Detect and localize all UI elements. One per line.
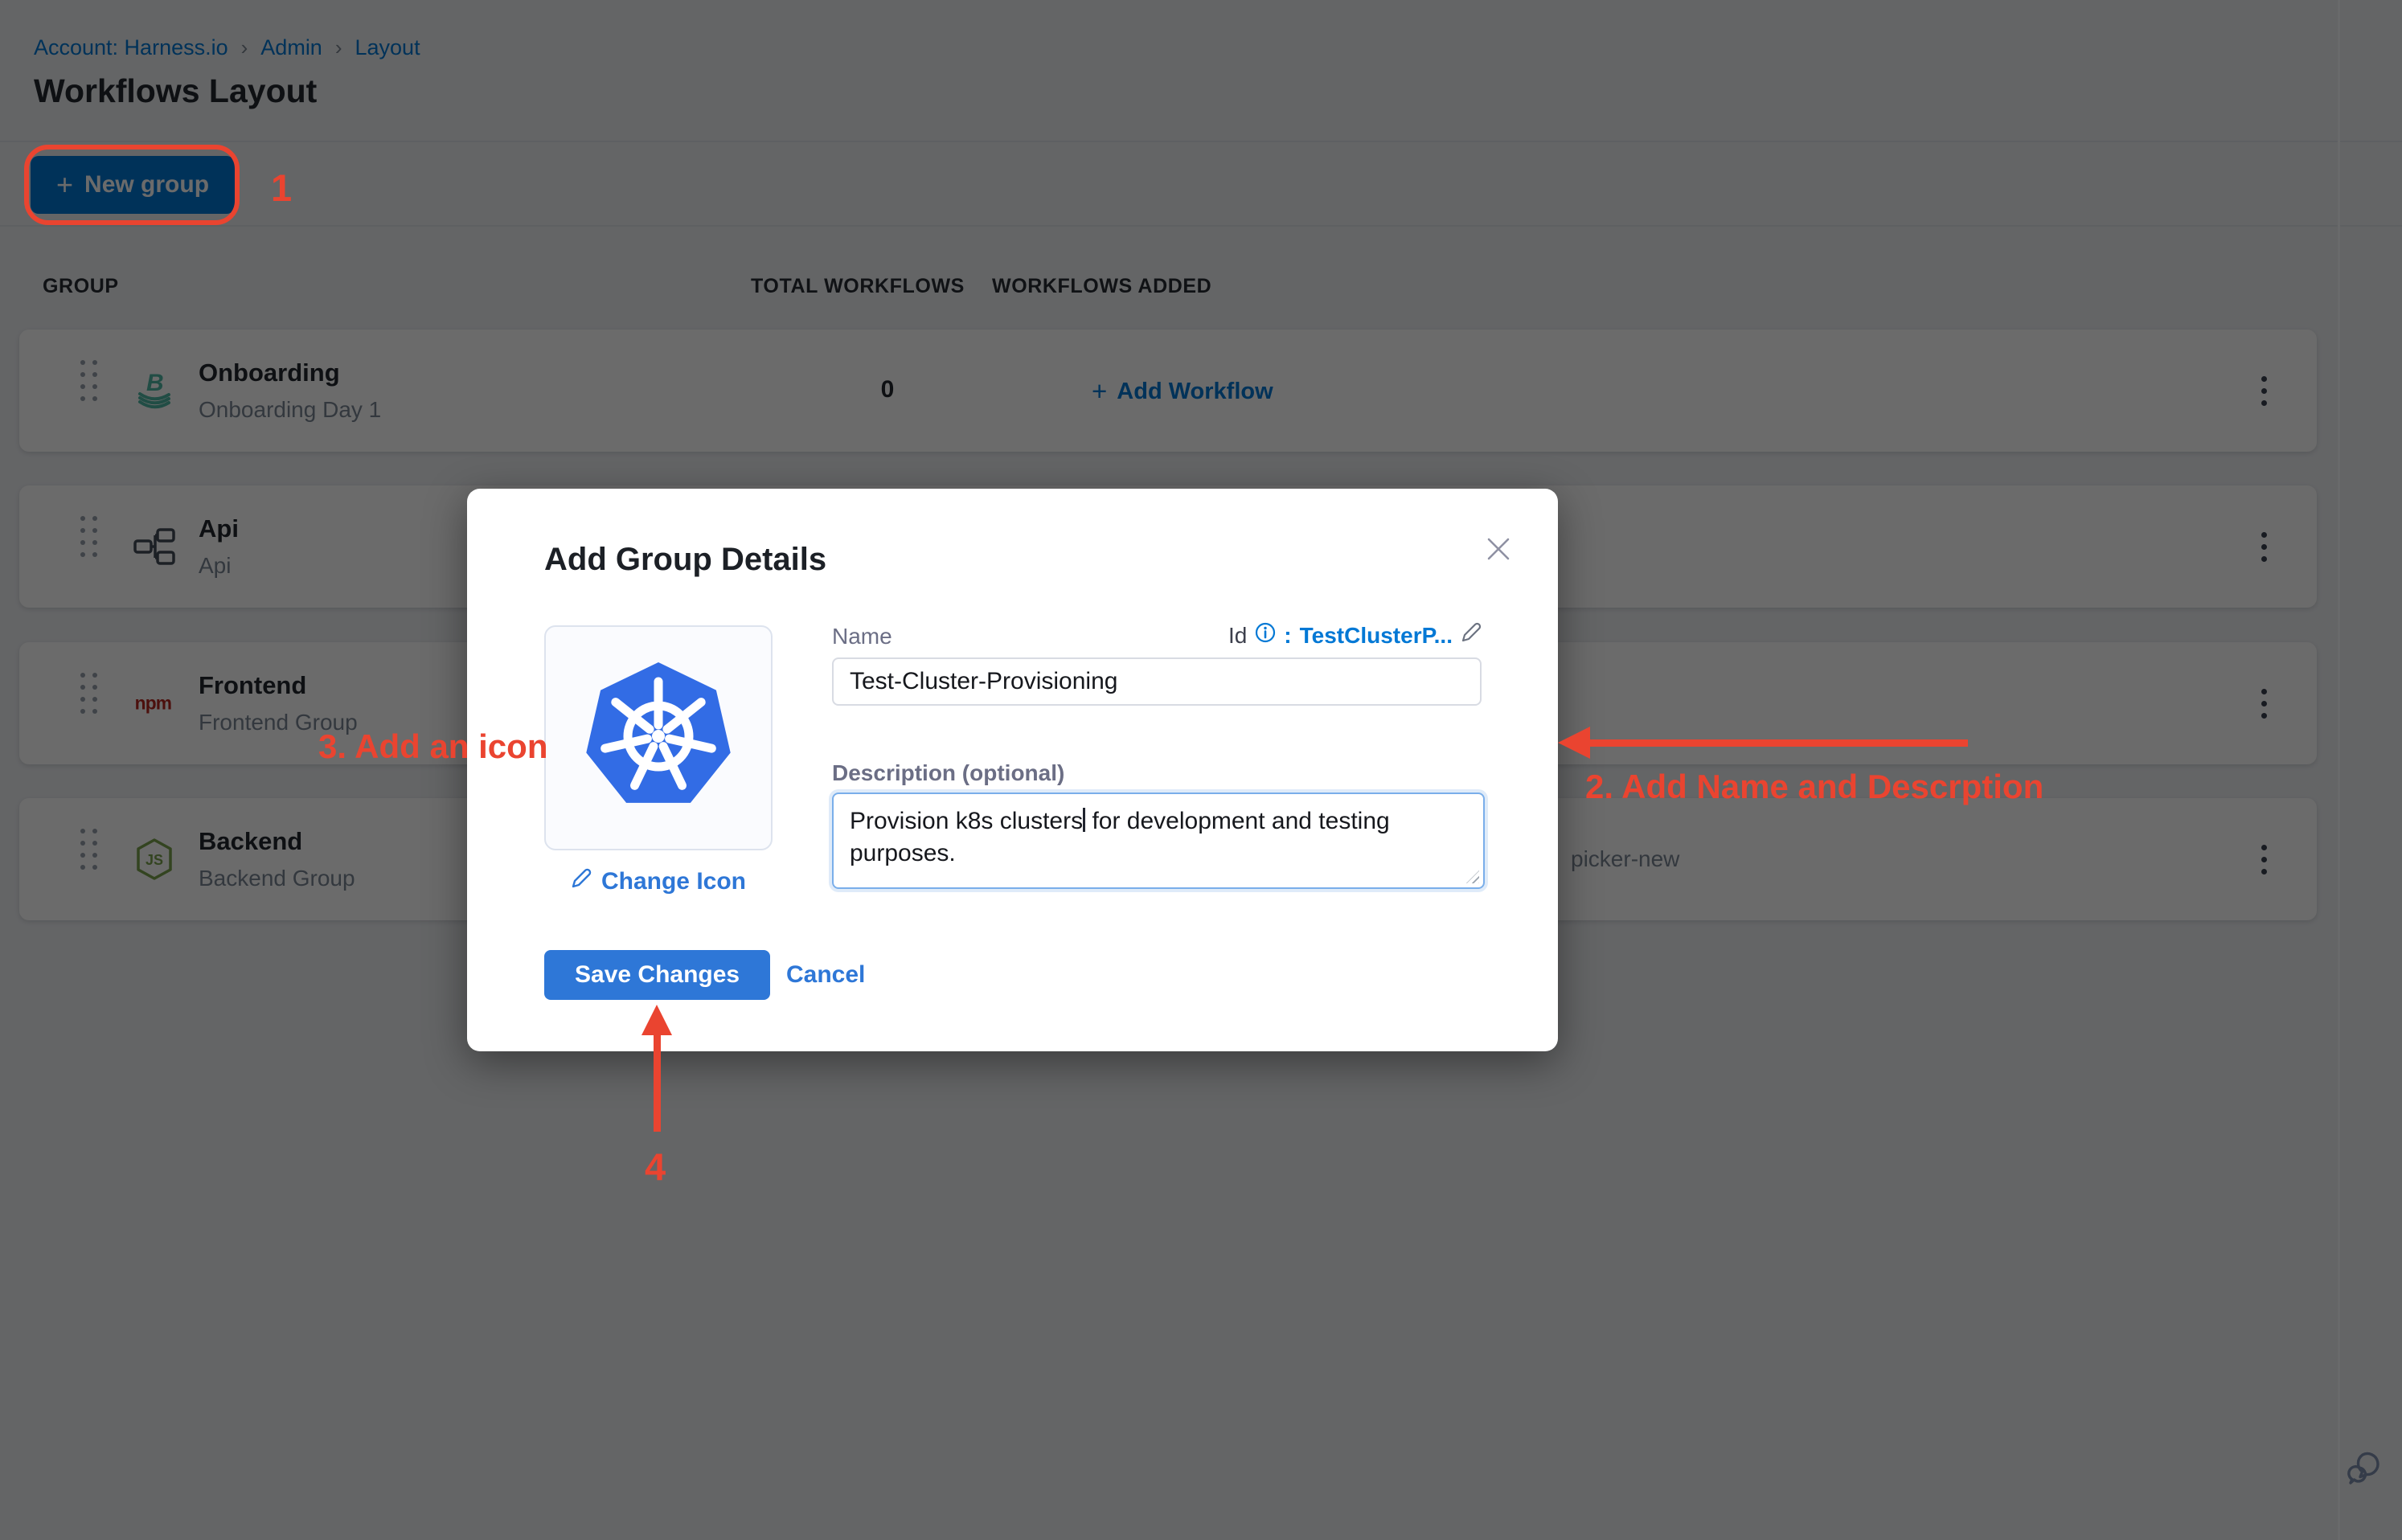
entity-id-row: Id : TestClusterP... [1228,622,1482,649]
group-description-textarea[interactable]: Provision k8s clusters for development a… [832,793,1485,889]
annotation-arrow-left-head [1558,727,1590,759]
annotation-step-4: 4 [645,1145,666,1189]
resize-handle[interactable] [1466,870,1479,883]
add-group-details-dialog: Add Group Details [467,489,1558,1051]
annotation-arrow-up-line [654,1032,661,1132]
annotation-highlight-ring [24,145,240,225]
annotation-arrow-left-line [1590,739,1968,747]
info-icon[interactable] [1255,622,1276,649]
entity-id-value[interactable]: TestClusterP... [1300,623,1453,649]
id-label: Id [1228,623,1247,649]
description-field-label: Description (optional) [832,760,1064,786]
id-colon: : [1284,623,1291,649]
cancel-button[interactable]: Cancel [786,961,865,989]
description-text: Provision k8s clusters [850,808,1083,834]
annotation-step-1: 1 [271,166,292,210]
annotation-step-3: 3. Add an icon [318,727,547,766]
annotation-arrow-up-head [641,1005,672,1035]
dialog-title: Add Group Details [544,542,826,578]
group-icon-preview[interactable] [544,625,773,850]
name-field-label: Name [832,624,892,649]
group-name-input[interactable] [832,657,1482,706]
edit-id-pencil-icon[interactable] [1461,622,1482,649]
annotation-step-2: 2. Add Name and Descrption [1585,768,2043,806]
kubernetes-logo-icon [578,658,739,818]
chat-support-icon[interactable] [2347,1448,2384,1491]
close-icon[interactable] [1477,527,1520,571]
save-changes-button[interactable]: Save Changes [544,950,770,1000]
change-icon-link[interactable]: Change Icon [544,868,773,895]
pencil-icon [571,868,592,895]
workflows-layout-screen: Account: Harness.io › Admin › Layout Wor… [0,0,2402,1540]
change-icon-label: Change Icon [601,868,746,895]
